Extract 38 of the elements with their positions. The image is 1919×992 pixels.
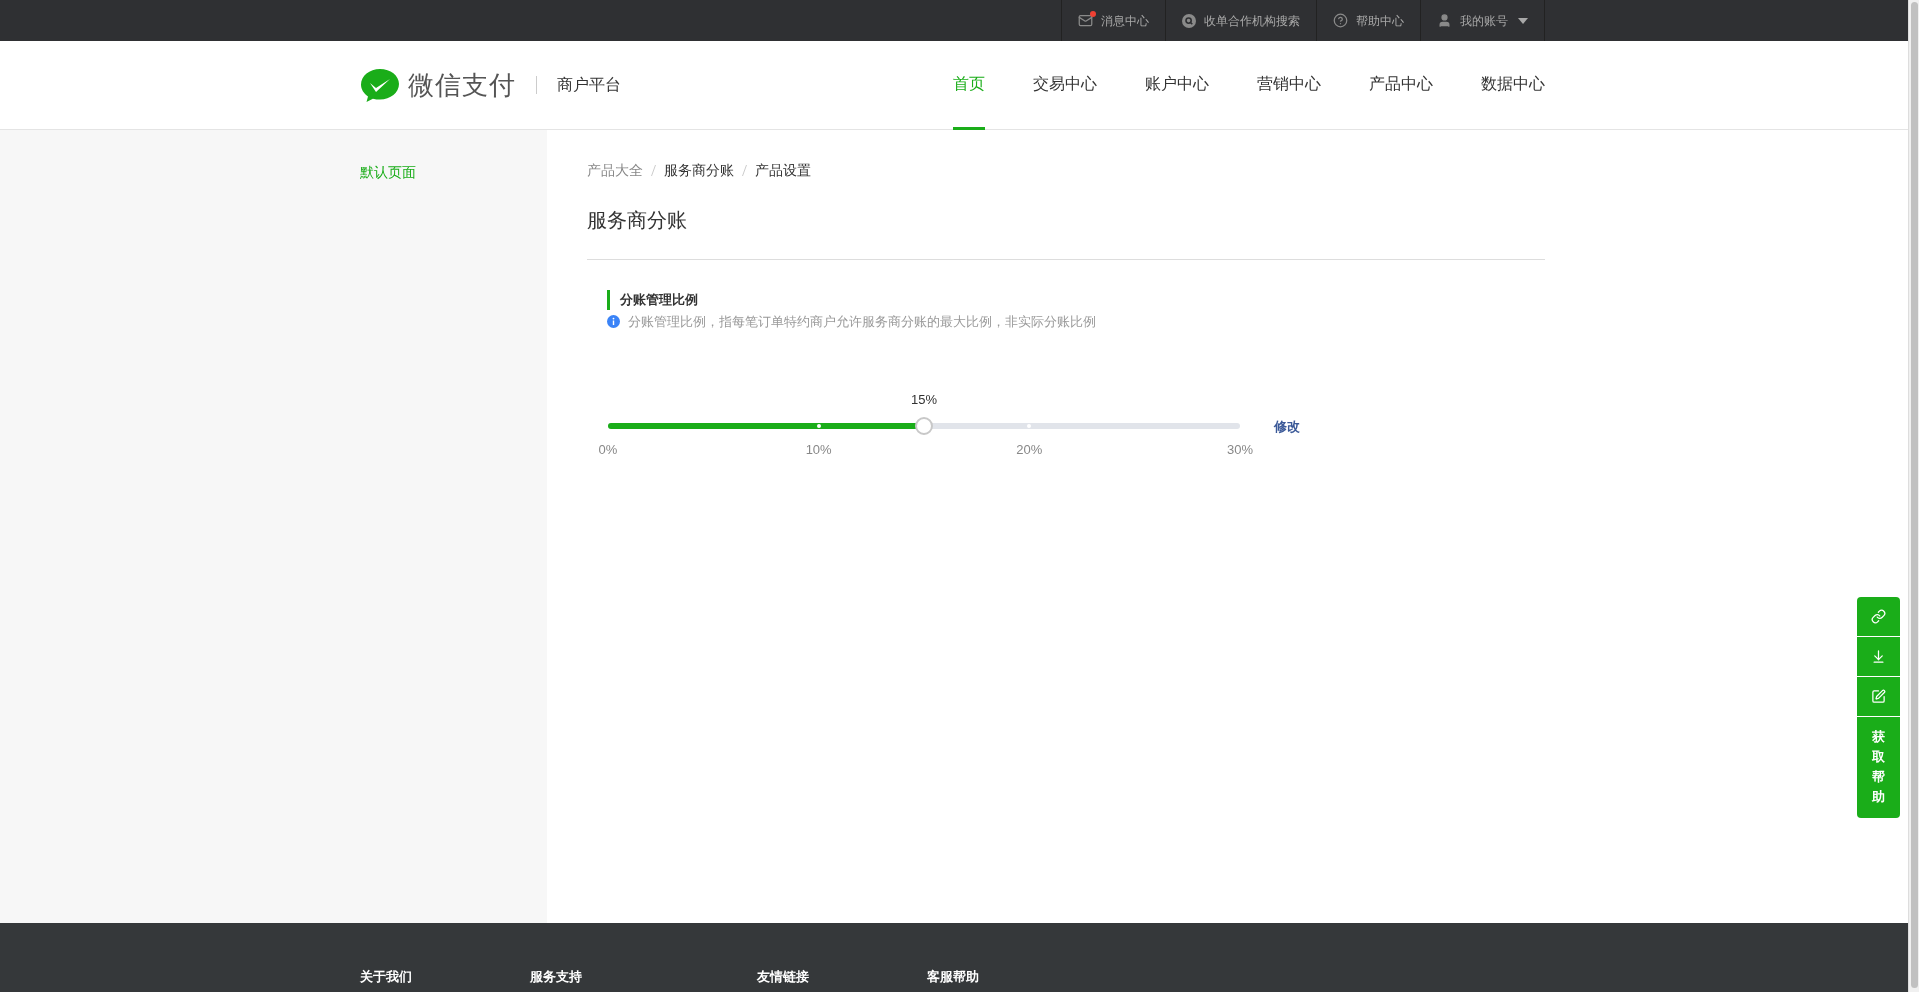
slider-thumb[interactable] <box>915 416 933 435</box>
footer-heading: 客服帮助 <box>927 968 980 986</box>
download-icon <box>1871 649 1886 664</box>
breadcrumb-link[interactable]: 产品大全 <box>587 160 643 181</box>
breadcrumb-link[interactable]: 服务商分账 <box>664 160 734 181</box>
page-title: 服务商分账 <box>587 205 1545 260</box>
edit-button[interactable] <box>1857 677 1900 717</box>
footer-heading: 服务支持 <box>530 968 583 986</box>
logo-text: 微信支付 <box>408 68 516 102</box>
info-icon <box>607 315 620 329</box>
breadcrumb-link[interactable]: 产品设置 <box>755 160 811 181</box>
download-button[interactable] <box>1857 637 1900 677</box>
tick-label: 10% <box>805 440 832 459</box>
nav-tab[interactable]: 数据中心 <box>1481 40 1545 130</box>
nav-tab[interactable]: 账户中心 <box>1145 40 1209 130</box>
logo-icon <box>360 67 400 103</box>
caret-icon <box>1518 17 1528 24</box>
user-icon <box>1437 13 1452 28</box>
section-title: 分账管理比例 <box>607 290 1545 310</box>
tick-label: 0% <box>598 440 618 459</box>
footer-heading: 关于我们 <box>360 968 413 986</box>
section-note: 分账管理比例，指每笔订单特约商户允许服务商分账的最大比例，非实际分账比例 <box>628 313 1096 331</box>
link-icon <box>1871 609 1886 624</box>
breadcrumb-separator <box>742 165 747 176</box>
modify-link[interactable]: 修改 <box>1274 416 1300 436</box>
edit-icon <box>1871 689 1886 704</box>
nav-tab[interactable]: 交易中心 <box>1033 40 1097 130</box>
slider-value: 15% <box>911 390 937 409</box>
help-icon <box>1333 13 1348 28</box>
platform-name: 商户平台 <box>557 75 621 95</box>
tick-label: 20% <box>1016 440 1043 459</box>
nav-tab[interactable]: 产品中心 <box>1369 40 1433 130</box>
tick-label: 30% <box>1227 440 1253 459</box>
nav-tab[interactable]: 营销中心 <box>1257 40 1321 130</box>
link-button[interactable] <box>1857 597 1900 637</box>
search-icon <box>1182 13 1196 28</box>
breadcrumb-separator <box>651 165 656 176</box>
footer-heading: 友情链接 <box>757 968 810 986</box>
